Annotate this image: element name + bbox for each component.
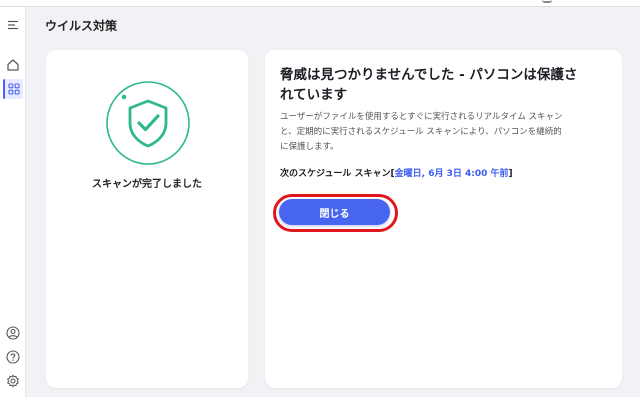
description-line-3: に保護します。 — [280, 142, 339, 152]
hamburger-menu-icon[interactable] — [3, 15, 23, 35]
description-line-1: ユーザーがファイルを使用するとすぐに実行されるリアルタイム スキャン — [280, 112, 563, 122]
result-description: ユーザーがファイルを使用するとすぐに実行されるリアルタイム スキャン と、定期的… — [280, 110, 610, 155]
headline-line-1: 脅威は見つかりませんでした - パソコンは保護さ — [280, 67, 578, 83]
scan-status-card: スキャンが完了しました — [46, 50, 248, 388]
description-line-2: と、定期的に実行されるスケジュール スキャンにより、パソコンを継続的 — [280, 127, 562, 137]
schedule-value: 金曜日, 6月 3日 4:00 午前 — [394, 169, 509, 179]
window-top-edge — [0, 0, 640, 7]
schedule-bracket-close: ] — [508, 169, 513, 179]
page-title: ウイルス対策 — [45, 19, 118, 33]
close-button[interactable]: 閉じる — [279, 199, 390, 225]
window-top-mark — [542, 0, 552, 3]
home-icon[interactable] — [3, 55, 23, 75]
schedule-label: 次のスケジュール スキャン — [280, 169, 391, 179]
shield-check-icon — [104, 79, 192, 167]
gear-icon[interactable] — [3, 371, 23, 391]
result-headline: 脅威は見つかりませんでした - パソコンは保護さ れています — [280, 65, 610, 105]
headline-line-2: れています — [280, 87, 348, 103]
sidebar — [0, 7, 26, 397]
apps-grid-icon[interactable] — [3, 79, 23, 99]
next-scheduled-scan: 次のスケジュール スキャン[金曜日, 6月 3日 4:00 午前] — [280, 166, 615, 179]
help-icon[interactable] — [3, 347, 23, 367]
account-icon[interactable] — [3, 323, 23, 343]
scan-complete-label: スキャンが完了しました — [92, 179, 202, 190]
